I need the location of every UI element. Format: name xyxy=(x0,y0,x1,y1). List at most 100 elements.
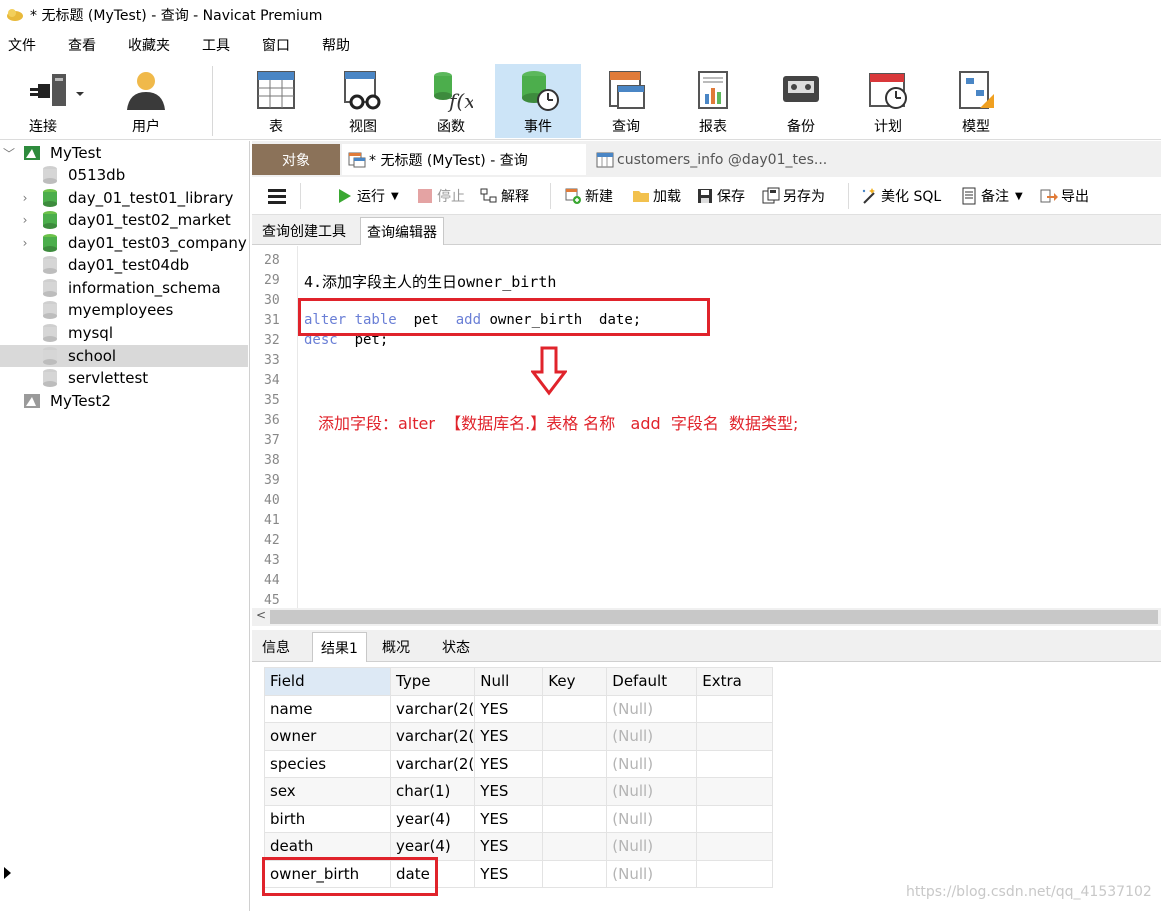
function-button[interactable]: f(x) 函数 xyxy=(408,64,494,138)
cell[interactable]: year(4) xyxy=(389,804,476,833)
report-button[interactable]: 报表 xyxy=(670,64,756,138)
menu-window[interactable]: 窗口 xyxy=(254,35,290,55)
cell[interactable] xyxy=(542,722,608,751)
stop-button[interactable]: 停止 xyxy=(416,185,465,207)
cell[interactable]: YES xyxy=(474,749,544,778)
tree-db-school[interactable]: school xyxy=(0,345,248,367)
menu-file[interactable]: 文件 xyxy=(0,35,36,55)
tab-objects[interactable]: 对象 xyxy=(252,144,340,175)
menu-help[interactable]: 帮助 xyxy=(314,35,350,55)
cell[interactable]: (Null) xyxy=(606,832,698,861)
tab-customers-info[interactable]: customers_info @day01_tes... xyxy=(590,144,850,175)
tab-query-builder[interactable]: 查询创建工具 xyxy=(256,217,352,245)
cell[interactable] xyxy=(542,749,608,778)
cell[interactable]: year(4) xyxy=(389,832,476,861)
event-button[interactable]: 事件 xyxy=(495,64,581,138)
cell[interactable] xyxy=(696,859,774,888)
chevron-right-icon[interactable]: › xyxy=(18,191,32,205)
export-button[interactable]: 导出 xyxy=(1040,185,1089,207)
hamburger-menu-button[interactable] xyxy=(268,185,286,207)
column-header-type[interactable]: Type xyxy=(389,667,476,696)
table-button[interactable]: 表 xyxy=(233,64,319,138)
cell[interactable] xyxy=(696,777,774,806)
chevron-right-icon[interactable]: › xyxy=(18,236,32,250)
tree-connection-mytest2[interactable]: MyTest2 xyxy=(0,390,248,412)
chevron-right-icon[interactable]: › xyxy=(18,213,32,227)
tree-db-day01-market[interactable]: › day01_test02_market xyxy=(0,209,248,231)
new-button[interactable]: 新建 xyxy=(564,185,613,207)
table-row[interactable]: species varchar(2(YES (Null) xyxy=(264,749,774,778)
table-row[interactable]: owner varchar(2(YES (Null) xyxy=(264,722,774,751)
scroll-left-icon[interactable]: < xyxy=(256,608,266,622)
cell[interactable]: species xyxy=(264,749,391,778)
view-button[interactable]: 视图 xyxy=(320,64,406,138)
tab-query-editor[interactable]: 查询编辑器 xyxy=(360,217,444,245)
tab-profile[interactable]: 概况 xyxy=(374,632,418,662)
menu-tools[interactable]: 工具 xyxy=(194,35,230,55)
cell[interactable]: varchar(2( xyxy=(389,749,476,778)
cell[interactable]: YES xyxy=(474,804,544,833)
cell[interactable] xyxy=(542,832,608,861)
chevron-down-icon[interactable]: ▼ xyxy=(391,191,399,202)
cell[interactable]: owner xyxy=(264,722,391,751)
tree-db-myemployees[interactable]: myemployees xyxy=(0,299,248,321)
cell[interactable]: char(1) xyxy=(389,777,476,806)
user-button[interactable]: 用户 xyxy=(103,64,189,138)
tree-db-day01-company[interactable]: › day01_test03_company xyxy=(0,232,248,254)
cell[interactable]: YES xyxy=(474,722,544,751)
cell[interactable]: (Null) xyxy=(606,722,698,751)
connect-button[interactable]: 连接 xyxy=(8,64,94,138)
cell[interactable]: (Null) xyxy=(606,694,698,723)
cell[interactable] xyxy=(542,804,608,833)
cell[interactable] xyxy=(542,694,608,723)
query-button[interactable]: 查询 xyxy=(583,64,669,138)
tree-connection-mytest[interactable]: ﹀ MyTest xyxy=(0,142,248,164)
load-button[interactable]: 加载 xyxy=(632,185,681,207)
cell[interactable]: varchar(2( xyxy=(389,722,476,751)
tab-info[interactable]: 信息 xyxy=(254,632,298,662)
cell[interactable]: sex xyxy=(264,777,391,806)
cell[interactable] xyxy=(542,777,608,806)
tree-db-servlettest[interactable]: servlettest xyxy=(0,367,248,389)
cell[interactable]: YES xyxy=(474,859,544,888)
cell[interactable]: YES xyxy=(474,777,544,806)
cell[interactable]: YES xyxy=(474,694,544,723)
table-row[interactable]: birth year(4) YES (Null) xyxy=(264,804,774,833)
tree-db-mysql[interactable]: mysql xyxy=(0,322,248,344)
cell[interactable]: (Null) xyxy=(606,749,698,778)
cell[interactable]: (Null) xyxy=(606,804,698,833)
column-header-field[interactable]: Field xyxy=(264,667,391,696)
run-button[interactable]: 运行 ▼ xyxy=(336,185,399,207)
tab-query[interactable]: * 无标题 (MyTest) - 查询 xyxy=(342,144,586,175)
note-button[interactable]: 备注 ▼ xyxy=(960,185,1023,207)
cell[interactable]: varchar(2( xyxy=(389,694,476,723)
save-button[interactable]: 保存 xyxy=(696,185,745,207)
table-row[interactable]: name varchar(2(YES (Null) xyxy=(264,694,774,723)
table-row[interactable]: sex char(1) YES (Null) xyxy=(264,777,774,806)
tree-db-0513db[interactable]: 0513db xyxy=(0,164,248,186)
column-header-key[interactable]: Key xyxy=(542,667,608,696)
tree-db-day01-test04db[interactable]: day01_test04db xyxy=(0,254,248,276)
cell[interactable]: (Null) xyxy=(606,777,698,806)
scrollbar-thumb[interactable] xyxy=(270,610,1158,624)
backup-button[interactable]: 备份 xyxy=(758,64,844,138)
cell[interactable] xyxy=(696,722,774,751)
model-button[interactable]: 模型 xyxy=(933,64,1019,138)
tree-db-day01-library[interactable]: › day_01_test01_library xyxy=(0,187,248,209)
cell[interactable]: death xyxy=(264,832,391,861)
cell[interactable]: birth xyxy=(264,804,391,833)
tree-db-information-schema[interactable]: information_schema xyxy=(0,277,248,299)
tab-result1[interactable]: 结果1 xyxy=(312,632,367,662)
chevron-down-icon[interactable]: ▼ xyxy=(1015,191,1023,202)
cell[interactable]: name xyxy=(264,694,391,723)
beautify-sql-button[interactable]: 美化 SQL xyxy=(860,185,941,207)
tab-status[interactable]: 状态 xyxy=(434,632,478,662)
save-as-button[interactable]: 另存为 xyxy=(762,185,825,207)
menu-view[interactable]: 查看 xyxy=(60,35,96,55)
table-row[interactable]: death year(4) YES (Null) xyxy=(264,832,774,861)
schedule-button[interactable]: 计划 xyxy=(845,64,931,138)
cell[interactable]: (Null) xyxy=(606,859,698,888)
explain-button[interactable]: 解释 xyxy=(480,185,529,207)
column-header-extra[interactable]: Extra xyxy=(696,667,774,696)
menu-favorites[interactable]: 收藏夹 xyxy=(120,35,170,55)
